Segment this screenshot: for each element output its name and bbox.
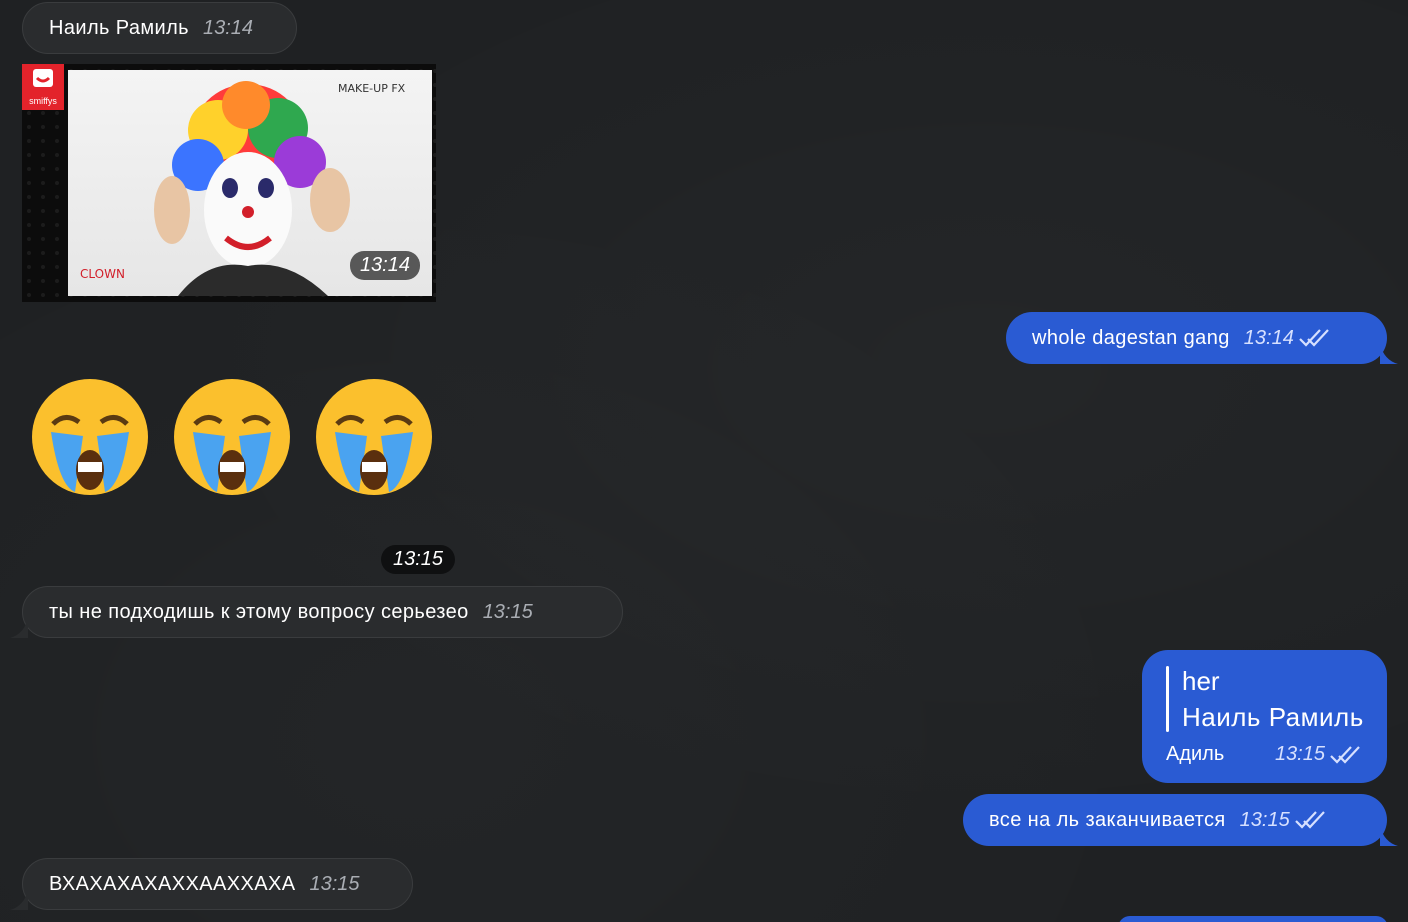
- message-time: 13:15: [309, 872, 360, 895]
- smiley-icon: [33, 69, 53, 87]
- gif-message[interactable]: MAKE-UP FX CLOWN smiffys 13:14: [22, 64, 436, 302]
- message-text: все на ль заканчивается: [989, 808, 1226, 831]
- gif-watermark: MAKE-UP FX: [338, 82, 406, 95]
- bubble-tail: [10, 890, 28, 910]
- bubble-tail: [1380, 344, 1398, 364]
- bubble-tail: [10, 618, 28, 638]
- loudly-crying-face-emoji: [32, 379, 148, 495]
- quote-bar: [1166, 666, 1169, 732]
- message-time: 13:14: [1243, 326, 1294, 349]
- message-incoming[interactable]: ВХАХАХАХАХХААХХАХА 13:15: [22, 858, 413, 910]
- message-text: ты не подходишь к этому вопросу серьезео: [49, 600, 469, 623]
- read-double-check-icon: [1330, 745, 1360, 764]
- message-text: whole dagestan gang: [1032, 326, 1230, 349]
- read-double-check-icon: [1299, 329, 1329, 347]
- message-time: 13:15: [381, 545, 456, 574]
- message-text: Наиль Рамиль: [49, 16, 189, 39]
- message-time: 13:15: [482, 600, 533, 623]
- loudly-crying-face-emoji: [316, 379, 432, 495]
- quote-author: Наиль Рамиль: [1182, 702, 1364, 732]
- brand-logo: smiffys: [22, 64, 64, 110]
- reply-row: Адиль 13:15: [1166, 743, 1361, 766]
- message-time: 13:15: [1239, 808, 1290, 831]
- message-time: 13:14: [203, 16, 254, 39]
- message-time: 13:14: [349, 251, 420, 280]
- quote-text: her: [1182, 666, 1220, 696]
- message-outgoing-partial[interactable]: [1118, 916, 1388, 922]
- message-outgoing-reply[interactable]: her Наиль Рамиль Адиль 13:15: [1142, 650, 1387, 783]
- message-time: 13:15: [1274, 743, 1325, 765]
- bubble-tail: [1380, 826, 1398, 846]
- loudly-crying-face-emoji: [174, 379, 290, 495]
- chat-history[interactable]: Наиль Рамиль 13:14 MAKE-UP FX CLOWN smif…: [0, 0, 1408, 922]
- message-outgoing[interactable]: все на ль заканчивается 13:15: [963, 794, 1387, 846]
- message-incoming[interactable]: Наиль Рамиль 13:14: [22, 2, 297, 54]
- read-double-check-icon: [1294, 811, 1325, 829]
- brand-text: smiffys: [29, 96, 57, 106]
- message-incoming[interactable]: ты не подходишь к этому вопросу серьезео…: [22, 586, 623, 638]
- message-outgoing[interactable]: whole dagestan gang 13:14: [1006, 312, 1387, 364]
- message-text: ВХАХАХАХАХХААХХАХА: [49, 872, 296, 895]
- gif-caption: CLOWN: [80, 267, 125, 281]
- message-text: Адиль: [1166, 743, 1225, 765]
